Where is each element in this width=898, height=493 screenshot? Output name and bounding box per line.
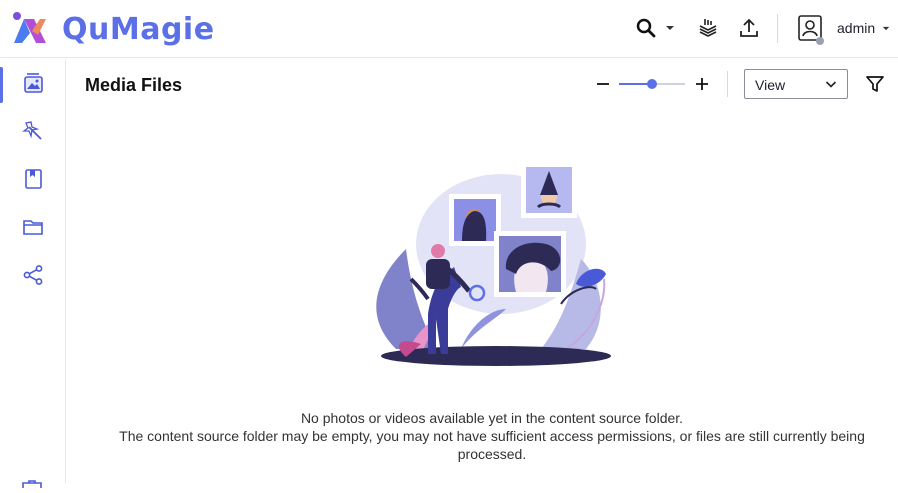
sidebar-item-media-files[interactable] xyxy=(0,63,65,103)
zoom-out-button[interactable] xyxy=(591,72,615,96)
filter-icon xyxy=(866,76,884,92)
zoom-slider[interactable] xyxy=(619,79,685,89)
app-header: QuMagie admin xyxy=(0,0,898,58)
empty-state-line-1: No photos or videos available yet in the… xyxy=(300,410,684,426)
upload-icon xyxy=(740,18,758,37)
empty-state-line-2: The content source folder may be empty, … xyxy=(119,428,865,444)
empty-state-line-3: processed. xyxy=(457,446,527,462)
zoom-slider-knob[interactable] xyxy=(647,79,657,89)
upload-button[interactable] xyxy=(735,14,763,42)
folder-icon xyxy=(22,220,43,235)
empty-state-illustration xyxy=(376,162,611,366)
header-divider xyxy=(777,14,778,43)
app-logo[interactable]: QuMagie xyxy=(12,10,215,48)
zoom-in-button[interactable] xyxy=(690,72,714,96)
empty-state-message: No photos or videos available yet in the… xyxy=(76,409,898,463)
search-icon xyxy=(636,18,656,38)
user-avatar-icon xyxy=(798,15,824,45)
view-dropdown[interactable]: View xyxy=(744,69,848,99)
page-title: Media Files xyxy=(85,75,183,95)
zoom-out-icon xyxy=(597,83,609,85)
book-icon xyxy=(24,169,42,189)
user-menu-avatar[interactable] xyxy=(795,14,827,46)
toolbar-divider xyxy=(727,71,728,97)
search-button[interactable] xyxy=(632,14,660,42)
photo-album-icon xyxy=(23,73,43,93)
search-options-button[interactable] xyxy=(660,14,680,42)
zoom-in-icon xyxy=(696,78,708,90)
zoom-control xyxy=(591,72,716,96)
share-icon xyxy=(23,265,42,285)
magic-wand-icon xyxy=(21,121,42,140)
sidebar xyxy=(0,59,66,488)
background-tasks-icon xyxy=(699,19,717,37)
user-name[interactable]: admin xyxy=(837,20,875,36)
toolbox-icon xyxy=(22,480,42,488)
qumagie-logo-icon xyxy=(13,12,46,43)
sidebar-item-albums[interactable] xyxy=(0,159,65,199)
view-dropdown-label: View xyxy=(755,77,786,93)
sidebar-item-smart-album[interactable] xyxy=(0,111,65,151)
sidebar-bottom-icon[interactable] xyxy=(22,475,42,488)
user-menu-dropdown[interactable] xyxy=(879,14,893,42)
sidebar-item-share[interactable] xyxy=(0,255,65,295)
app-name: QuMagie xyxy=(62,11,215,47)
chevron-down-icon xyxy=(882,26,890,30)
main-content: Media Files View No photos or videos ava… xyxy=(66,59,898,483)
chevron-down-icon xyxy=(825,81,837,88)
sidebar-item-folders[interactable] xyxy=(0,207,65,247)
background-tasks-button[interactable] xyxy=(694,14,722,42)
chevron-down-icon xyxy=(666,26,674,30)
filter-button[interactable] xyxy=(863,72,887,96)
